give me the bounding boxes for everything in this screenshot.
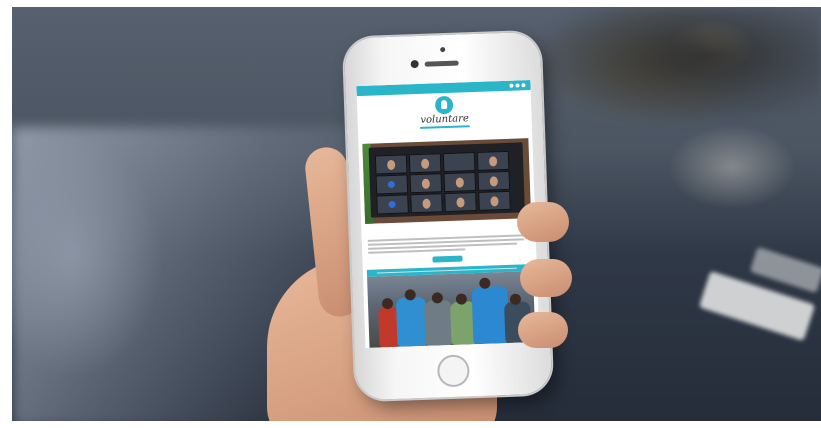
social-icon[interactable] (521, 83, 526, 88)
call-participant (477, 170, 511, 191)
volunteers-group-photo (367, 271, 536, 348)
home-button[interactable] (436, 354, 470, 388)
call-participant (478, 190, 511, 211)
front-camera (410, 59, 419, 69)
phone-screen: voluntare (356, 80, 540, 348)
call-participant (408, 153, 442, 174)
social-icon[interactable] (515, 83, 520, 88)
call-participant (409, 173, 443, 194)
social-icon[interactable] (509, 83, 514, 88)
read-more-button[interactable] (432, 255, 463, 263)
call-participant (410, 193, 443, 214)
person (423, 299, 454, 346)
call-participant (374, 154, 408, 175)
hand-logo-icon (434, 95, 454, 115)
call-participant (476, 150, 510, 171)
photo-scene: voluntare (12, 7, 821, 421)
front-camera-dot (440, 46, 446, 53)
call-participant (443, 172, 477, 193)
person (395, 296, 428, 347)
call-participant (376, 194, 409, 215)
video-call-hero-image (362, 138, 532, 224)
call-participant (442, 152, 476, 173)
hand-finger (517, 202, 569, 242)
social-icons (509, 83, 526, 88)
article-excerpt (367, 234, 530, 256)
site-logo[interactable]: voluntare (357, 90, 532, 134)
earpiece-speaker (424, 60, 459, 67)
hand-finger (518, 312, 568, 348)
hand-finger (520, 259, 572, 297)
call-participant (444, 192, 477, 213)
call-participant (375, 174, 409, 195)
blurred-car (532, 7, 821, 127)
logo-swoosh (419, 125, 470, 129)
article-title[interactable] (367, 223, 529, 229)
monitor (368, 142, 525, 218)
